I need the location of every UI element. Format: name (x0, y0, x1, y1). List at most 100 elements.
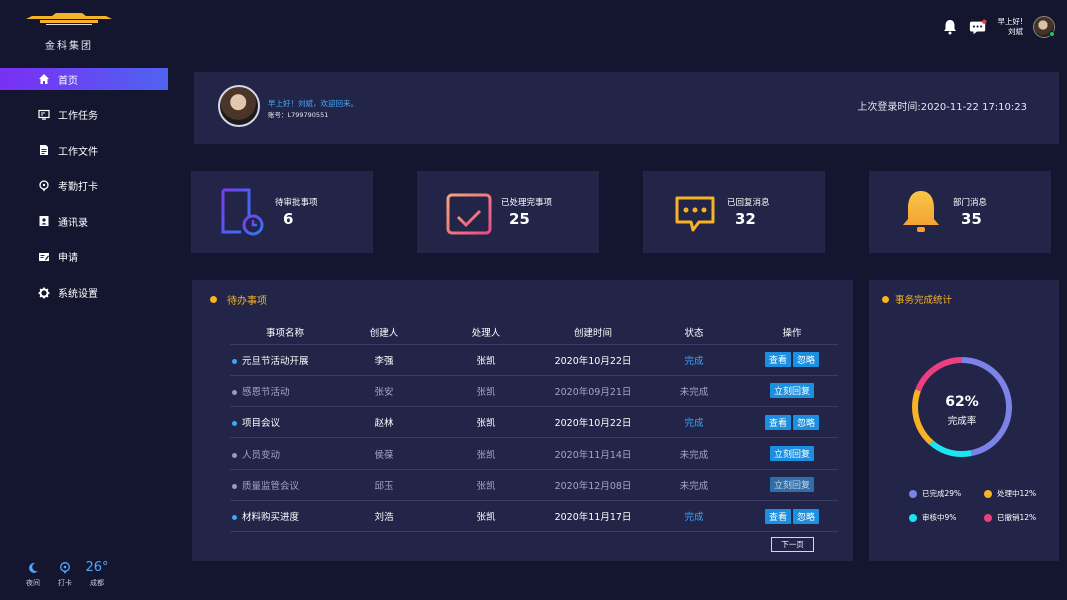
stat-card-replied[interactable]: 已回复消息 32 (643, 171, 825, 253)
legend-label: 处理中12% (997, 489, 1037, 498)
todo-panel: 待办事项 事项名称 创建人 处理人 创建时间 状态 操作 元旦节活动开展 李强 张凯… (192, 280, 853, 561)
task-name-text: 感恩节活动 (242, 386, 290, 398)
table-row[interactable]: 项目会议 赵林 张凯 2020年10月22日 完成 查看 忽略 (230, 406, 838, 439)
nav-label: 通讯录 (58, 217, 88, 229)
temperature-display: 26° 成都 (85, 560, 109, 588)
action-button[interactable]: 立刻回复 (769, 383, 814, 399)
night-mode-toggle[interactable]: 夜间 (22, 561, 44, 588)
message-icon[interactable] (969, 18, 987, 36)
action-button[interactable]: 忽略 (793, 414, 820, 430)
stat-label: 已回复消息 (727, 198, 770, 208)
creator-cell: 李强 (340, 344, 428, 376)
action-button[interactable]: 忽略 (793, 508, 820, 524)
temperature-value: 26° (85, 560, 109, 575)
location-pin-icon (39, 180, 49, 192)
table-row[interactable]: 感恩节活动 张安 张凯 2020年09月21日 未完成 立刻回复 (230, 375, 838, 408)
nav-label: 工作文件 (58, 146, 98, 158)
date-cell: 2020年11月14日 (544, 437, 642, 470)
bell-icon (903, 191, 939, 232)
task-name: 人员变动 (230, 437, 340, 470)
status-cell: 未完成 (642, 375, 746, 408)
task-name: 材料购买进度 (230, 500, 340, 533)
user-avatar[interactable] (1033, 16, 1055, 38)
online-status-dot (1049, 31, 1055, 37)
stat-value: 6 (283, 210, 294, 228)
nav-item-attendance[interactable]: 考勤打卡 (0, 175, 168, 197)
status-cell: 完成 (642, 500, 746, 533)
legend-swatch (909, 489, 917, 498)
row-bullet (232, 358, 237, 364)
completion-title: 事务完成统计 (882, 292, 952, 306)
legend-item: 处理中12% (984, 488, 1054, 499)
table-row[interactable]: 材料购买进度 刘浩 张凯 2020年11月17日 完成 查看 忽略 (230, 500, 838, 533)
checkin-shortcut[interactable]: 打卡 (54, 561, 76, 588)
col-header: 操作 (746, 320, 838, 345)
nav-item-home[interactable]: 首页 (0, 68, 168, 90)
profile-avatar[interactable] (218, 85, 260, 127)
company-logo[interactable]: 金科集团 (26, 12, 116, 52)
user-name: 刘斌 (1008, 27, 1023, 36)
status-cell: 完成 (642, 344, 746, 376)
legend-swatch (909, 513, 917, 522)
date-cell: 2020年12月08日 (544, 469, 642, 501)
action-button[interactable]: 忽略 (793, 352, 820, 368)
status-cell: 完成 (642, 406, 746, 439)
table-header: 事项名称 创建人 处理人 创建时间 状态 操作 (230, 320, 838, 345)
col-header: 状态 (642, 320, 746, 345)
table-row[interactable]: 元旦节活动开展 李强 张凯 2020年10月22日 完成 查看 忽略 (230, 344, 838, 376)
table-row[interactable]: 人员变动 侯葆 张凯 2020年11月14日 未完成 立刻回复 (230, 437, 838, 470)
bell-icon[interactable] (941, 18, 959, 36)
home-icon (39, 74, 49, 84)
action-button[interactable]: 立刻回复 (769, 477, 814, 493)
monitor-icon (38, 109, 50, 120)
status-cell: 未完成 (642, 437, 746, 470)
row-bullet (232, 421, 237, 427)
stat-label: 部门消息 (953, 198, 988, 208)
row-bullet (232, 452, 237, 458)
legend-item: 已撤销12% (984, 512, 1054, 523)
nav-item-tasks[interactable]: 工作任务 (0, 104, 168, 126)
creator-cell: 赵林 (340, 406, 428, 439)
next-page-button[interactable]: 下一页 (771, 537, 814, 552)
nav-item-apply[interactable]: 申请 (0, 246, 168, 268)
task-name-text: 质量监管会议 (242, 480, 300, 492)
header-greeting: 早上好! 刘斌 (997, 17, 1023, 37)
actions-cell: 立刻回复 (746, 375, 838, 408)
actions-cell: 查看 忽略 (746, 344, 838, 376)
task-name-text: 项目会议 (242, 418, 281, 430)
city-label: 成都 (90, 579, 104, 587)
task-name: 质量监管会议 (230, 469, 340, 501)
nav-label: 工作任务 (58, 111, 98, 123)
row-bullet (232, 483, 237, 489)
action-button[interactable]: 立刻回复 (769, 446, 814, 462)
stat-card-pending[interactable]: 待审批事项 6 (191, 171, 373, 253)
handler-cell: 张凯 (428, 500, 544, 533)
table-row[interactable]: 质量监管会议 邱玉 张凯 2020年12月08日 未完成 立刻回复 (230, 469, 838, 501)
stat-card-processed[interactable]: 已处理完事项 25 (417, 171, 599, 253)
completion-title-text: 事务完成统计 (895, 295, 953, 306)
completion-panel: 事务完成统计 62% 完成率 已完成29% 处理中12% 审核中9% 已撤销12% (869, 280, 1059, 561)
nav-item-files[interactable]: 工作文件 (0, 139, 168, 161)
stat-card-department[interactable]: 部门消息 35 (869, 171, 1051, 253)
gear-icon (38, 287, 50, 299)
file-icon (40, 145, 48, 156)
stat-value: 25 (509, 210, 530, 228)
last-login-time: 上次登录时间:2020-11-22 17:10:23 (857, 102, 1027, 113)
nav-item-settings[interactable]: 系统设置 (0, 282, 168, 304)
col-header: 创建时间 (544, 320, 642, 345)
actions-cell: 查看 忽略 (746, 500, 838, 533)
nav-item-contacts[interactable]: 通讯录 (0, 210, 168, 232)
stat-label: 已处理完事项 (501, 198, 553, 208)
document-clock-icon (221, 188, 264, 236)
nav-label: 首页 (58, 75, 78, 87)
action-button[interactable]: 查看 (764, 352, 791, 368)
legend-label: 已撤销12% (997, 513, 1037, 522)
action-button[interactable]: 查看 (764, 508, 791, 524)
col-header: 处理人 (428, 320, 544, 345)
action-button[interactable]: 查看 (764, 414, 791, 430)
sidebar: 金科集团 首页 工作任务 工作文件 考勤打卡 通讯录 申请 系统设置 夜间 打卡… (0, 0, 168, 600)
welcome-greeting: 早上好！刘斌，欢迎回来。 (268, 99, 358, 108)
actions-cell: 查看 忽略 (746, 406, 838, 439)
date-cell: 2020年09月21日 (544, 375, 642, 408)
completion-legend: 已完成29% 处理中12% 审核中9% 已撤销12% (909, 488, 1049, 523)
